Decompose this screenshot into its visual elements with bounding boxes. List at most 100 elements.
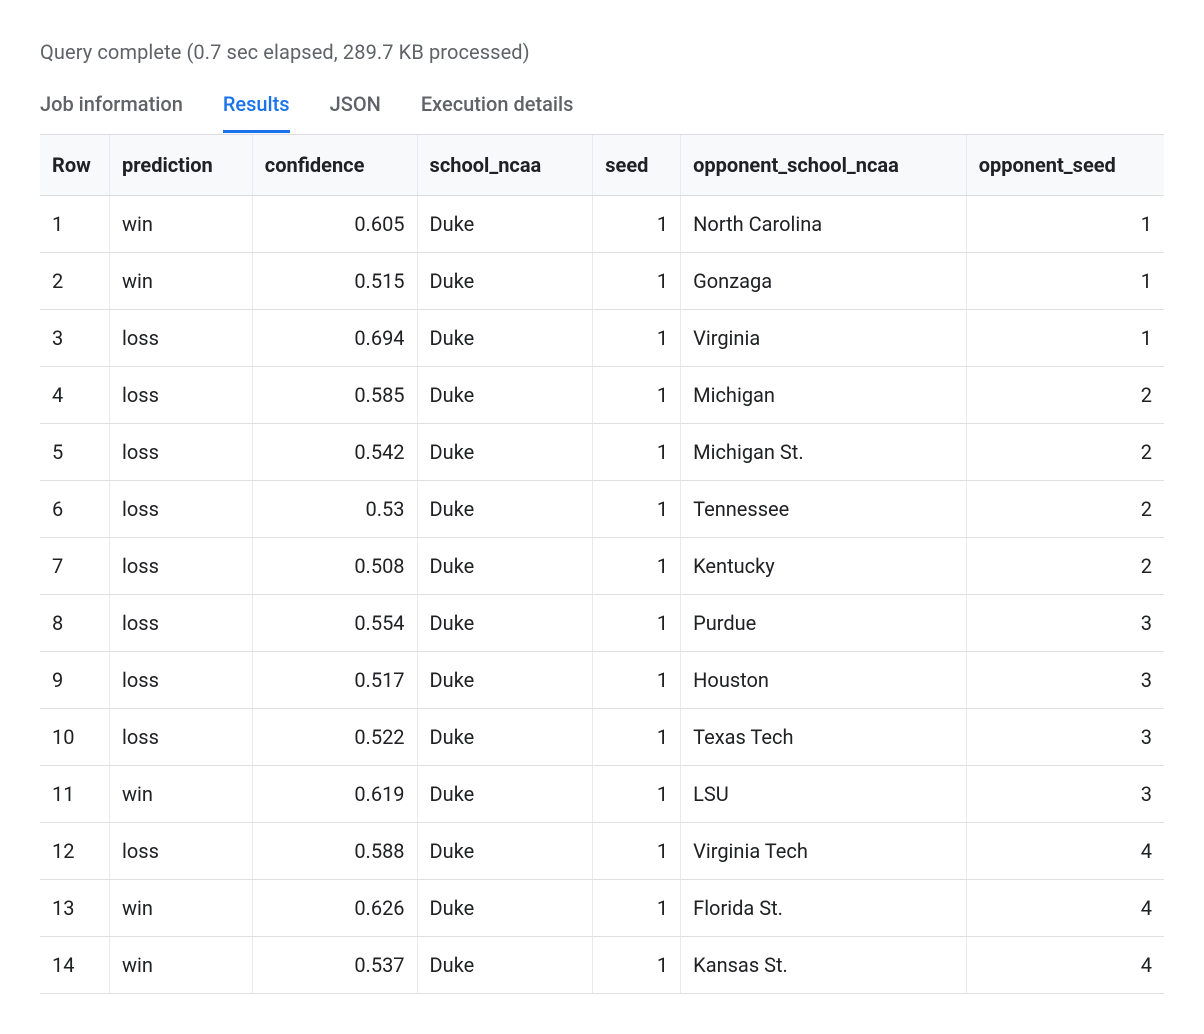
cell-prediction: loss	[110, 823, 253, 880]
cell-confidence: 0.508	[252, 538, 417, 595]
cell-prediction: loss	[110, 538, 253, 595]
query-status: Query complete (0.7 sec elapsed, 289.7 K…	[40, 40, 1164, 64]
cell-prediction: loss	[110, 652, 253, 709]
cell-prediction: win	[110, 196, 253, 253]
cell-confidence: 0.542	[252, 424, 417, 481]
cell-opponent-school-ncaa: Virginia Tech	[681, 823, 967, 880]
col-header-school-ncaa: school_ncaa	[417, 135, 593, 196]
cell-seed: 1	[593, 196, 681, 253]
cell-confidence: 0.517	[252, 652, 417, 709]
cell-seed: 1	[593, 424, 681, 481]
cell-row: 3	[40, 310, 110, 367]
cell-prediction: loss	[110, 310, 253, 367]
cell-confidence: 0.605	[252, 196, 417, 253]
cell-confidence: 0.53	[252, 481, 417, 538]
cell-opponent-seed: 4	[966, 823, 1164, 880]
cell-seed: 1	[593, 310, 681, 367]
cell-prediction: loss	[110, 424, 253, 481]
cell-seed: 1	[593, 595, 681, 652]
col-header-opponent-seed: opponent_seed	[966, 135, 1164, 196]
cell-school-ncaa: Duke	[417, 823, 593, 880]
cell-confidence: 0.554	[252, 595, 417, 652]
table-row: 13win0.626Duke1Florida St.4	[40, 880, 1164, 937]
tab-execution-details[interactable]: Execution details	[421, 92, 574, 133]
cell-row: 2	[40, 253, 110, 310]
cell-opponent-school-ncaa: Texas Tech	[681, 709, 967, 766]
cell-prediction: win	[110, 937, 253, 994]
cell-opponent-school-ncaa: North Carolina	[681, 196, 967, 253]
cell-seed: 1	[593, 880, 681, 937]
cell-prediction: loss	[110, 367, 253, 424]
cell-row: 5	[40, 424, 110, 481]
col-header-opponent-school-ncaa: opponent_school_ncaa	[681, 135, 967, 196]
table-row: 6loss0.53Duke1Tennessee2	[40, 481, 1164, 538]
cell-opponent-school-ncaa: Michigan	[681, 367, 967, 424]
table-row: 12loss0.588Duke1Virginia Tech4	[40, 823, 1164, 880]
cell-row: 9	[40, 652, 110, 709]
results-table-container: Row prediction confidence school_ncaa se…	[40, 134, 1164, 994]
cell-opponent-school-ncaa: Kentucky	[681, 538, 967, 595]
col-header-prediction: prediction	[110, 135, 253, 196]
table-row: 11win0.619Duke1LSU3	[40, 766, 1164, 823]
cell-opponent-seed: 1	[966, 253, 1164, 310]
cell-opponent-seed: 2	[966, 481, 1164, 538]
cell-row: 4	[40, 367, 110, 424]
cell-row: 14	[40, 937, 110, 994]
cell-row: 12	[40, 823, 110, 880]
cell-confidence: 0.537	[252, 937, 417, 994]
tab-results[interactable]: Results	[223, 92, 290, 133]
cell-prediction: loss	[110, 709, 253, 766]
cell-opponent-seed: 1	[966, 196, 1164, 253]
cell-seed: 1	[593, 937, 681, 994]
table-row: 3loss0.694Duke1Virginia1	[40, 310, 1164, 367]
cell-opponent-seed: 2	[966, 538, 1164, 595]
cell-opponent-seed: 1	[966, 310, 1164, 367]
cell-row: 10	[40, 709, 110, 766]
cell-school-ncaa: Duke	[417, 709, 593, 766]
cell-prediction: loss	[110, 595, 253, 652]
table-row: 4loss0.585Duke1Michigan2	[40, 367, 1164, 424]
tab-json[interactable]: JSON	[330, 92, 381, 133]
cell-confidence: 0.694	[252, 310, 417, 367]
col-header-confidence: confidence	[252, 135, 417, 196]
table-row: 7loss0.508Duke1Kentucky2	[40, 538, 1164, 595]
cell-school-ncaa: Duke	[417, 481, 593, 538]
cell-opponent-school-ncaa: Purdue	[681, 595, 967, 652]
table-row: 9loss0.517Duke1Houston3	[40, 652, 1164, 709]
cell-school-ncaa: Duke	[417, 367, 593, 424]
cell-opponent-school-ncaa: Florida St.	[681, 880, 967, 937]
results-tabs: Job information Results JSON Execution d…	[40, 92, 1164, 134]
cell-opponent-seed: 2	[966, 424, 1164, 481]
table-row: 2win0.515Duke1Gonzaga1	[40, 253, 1164, 310]
cell-seed: 1	[593, 253, 681, 310]
cell-seed: 1	[593, 538, 681, 595]
cell-opponent-seed: 4	[966, 880, 1164, 937]
cell-prediction: win	[110, 766, 253, 823]
cell-row: 13	[40, 880, 110, 937]
table-row: 10loss0.522Duke1Texas Tech3	[40, 709, 1164, 766]
cell-seed: 1	[593, 823, 681, 880]
cell-school-ncaa: Duke	[417, 595, 593, 652]
col-header-row: Row	[40, 135, 110, 196]
cell-school-ncaa: Duke	[417, 196, 593, 253]
cell-opponent-seed: 3	[966, 652, 1164, 709]
results-table: Row prediction confidence school_ncaa se…	[40, 135, 1164, 994]
cell-confidence: 0.515	[252, 253, 417, 310]
cell-prediction: win	[110, 253, 253, 310]
cell-prediction: win	[110, 880, 253, 937]
cell-opponent-seed: 3	[966, 766, 1164, 823]
cell-opponent-seed: 2	[966, 367, 1164, 424]
cell-school-ncaa: Duke	[417, 766, 593, 823]
cell-opponent-school-ncaa: Houston	[681, 652, 967, 709]
col-header-seed: seed	[593, 135, 681, 196]
table-header-row: Row prediction confidence school_ncaa se…	[40, 135, 1164, 196]
cell-school-ncaa: Duke	[417, 310, 593, 367]
cell-opponent-seed: 3	[966, 709, 1164, 766]
cell-row: 8	[40, 595, 110, 652]
cell-seed: 1	[593, 766, 681, 823]
cell-school-ncaa: Duke	[417, 424, 593, 481]
cell-row: 11	[40, 766, 110, 823]
cell-opponent-school-ncaa: Gonzaga	[681, 253, 967, 310]
tab-job-information[interactable]: Job information	[40, 92, 183, 133]
table-body: 1win0.605Duke1North Carolina12win0.515Du…	[40, 196, 1164, 994]
